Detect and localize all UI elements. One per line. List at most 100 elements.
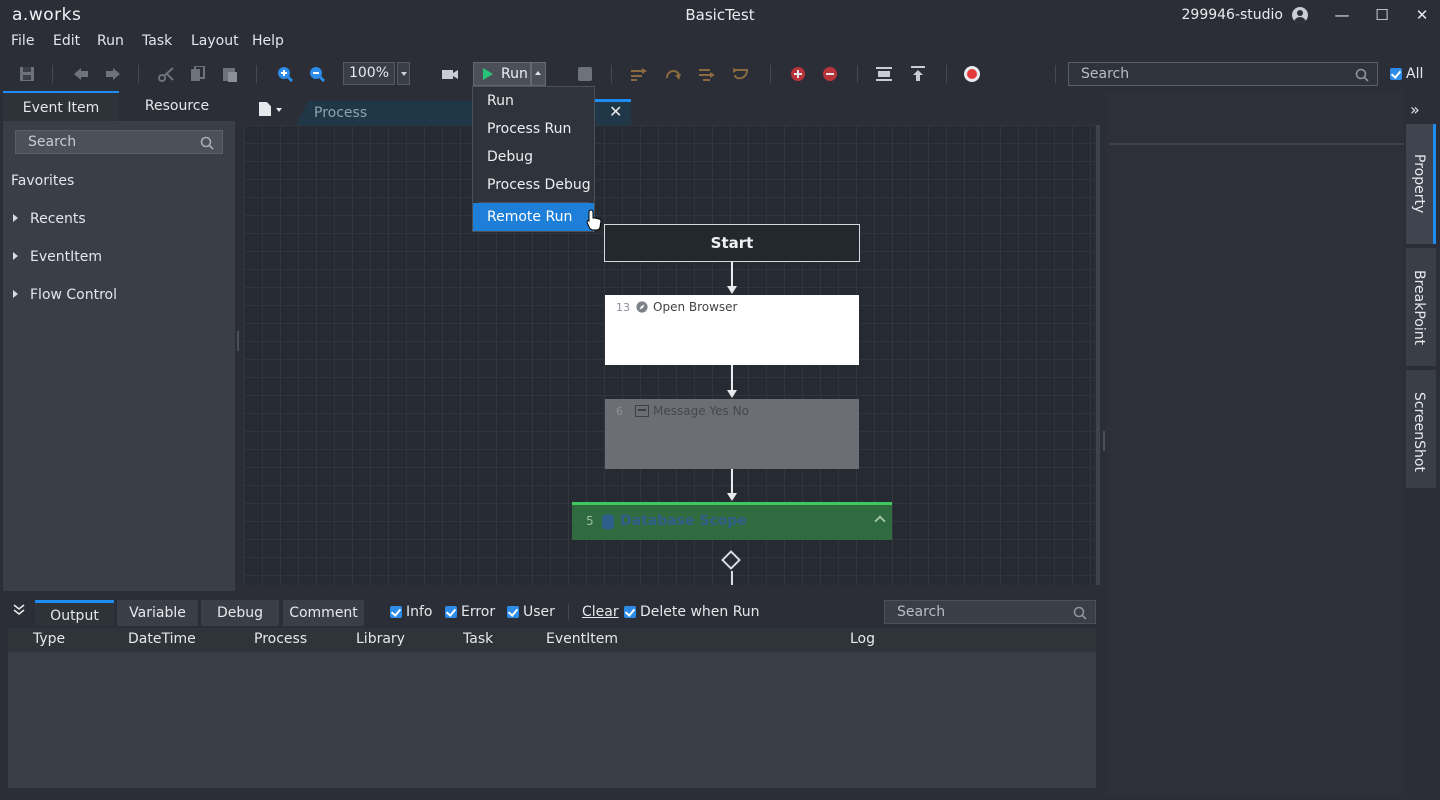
document-icon[interactable] — [259, 102, 271, 116]
cut-icon[interactable] — [158, 66, 176, 82]
menu-item-process-run[interactable]: Process Run — [473, 115, 594, 143]
database-scope-node[interactable]: 5 Database Scope — [572, 502, 892, 540]
step-into-icon[interactable] — [664, 66, 682, 82]
run-button-label: Run — [501, 66, 528, 82]
menu-task[interactable]: Task — [142, 33, 172, 49]
filter-separator — [568, 604, 569, 620]
toolbar-separator — [138, 65, 139, 83]
chevron-down-icon[interactable] — [276, 108, 282, 112]
toolbar-search-input[interactable]: Search — [1068, 62, 1378, 86]
run-dropdown-toggle[interactable] — [531, 62, 546, 86]
menu-item-remote-run[interactable]: Remote Run — [473, 203, 594, 231]
zoom-level-field[interactable]: 100% — [343, 62, 395, 85]
log-table-body[interactable] — [8, 652, 1096, 788]
tab-resource[interactable]: Resource — [119, 91, 235, 121]
zoom-in-icon[interactable] — [276, 66, 294, 82]
user-name[interactable]: 299946-studio — [1182, 7, 1284, 23]
maximize-button[interactable]: ☐ — [1362, 0, 1402, 30]
run-button[interactable]: Run — [473, 62, 531, 86]
delete-when-run-checkbox[interactable]: Delete when Run — [624, 604, 760, 620]
tab-output[interactable]: Output — [35, 600, 114, 626]
column-eventitem[interactable]: EventItem — [546, 631, 618, 647]
message-yes-no-node[interactable]: 6 Message Yes No — [605, 399, 859, 469]
panel-header-divider — [1110, 143, 1404, 145]
close-window-button[interactable]: ✕ — [1402, 0, 1440, 30]
copy-icon[interactable] — [189, 66, 207, 82]
column-log[interactable]: Log — [850, 631, 875, 647]
log-horizontal-scrollbar[interactable] — [8, 788, 1096, 794]
tree-item-eventitem[interactable]: EventItem — [13, 249, 102, 265]
column-process[interactable]: Process — [254, 631, 307, 647]
filter-error-checkbox[interactable]: Error — [445, 604, 495, 620]
paste-icon[interactable] — [221, 66, 239, 82]
rail-tab-screenshot[interactable]: ScreenShot — [1406, 370, 1436, 488]
zoom-dropdown-button[interactable] — [397, 62, 410, 85]
step-over-icon[interactable] — [630, 66, 648, 82]
tree-item-flow-control[interactable]: Flow Control — [13, 287, 117, 303]
menu-help[interactable]: Help — [252, 33, 284, 49]
flow-canvas[interactable]: Start 13 Open Browser 6 Message Yes No 5… — [244, 125, 1094, 585]
menu-item-process-debug[interactable]: Process Debug — [473, 171, 594, 199]
align-center-icon[interactable] — [875, 66, 893, 82]
close-tab-button[interactable]: ✕ — [609, 102, 622, 121]
redo-icon[interactable] — [104, 66, 122, 82]
tree-item-recents[interactable]: Recents — [13, 211, 86, 227]
open-browser-node[interactable]: 13 Open Browser — [605, 295, 859, 365]
menu-item-run[interactable]: Run — [473, 87, 594, 115]
filter-user-checkbox[interactable]: User — [507, 604, 555, 620]
zoom-out-icon[interactable] — [308, 66, 326, 82]
search-icon — [1355, 68, 1369, 82]
output-search-input[interactable]: Search — [884, 600, 1096, 624]
rail-tab-property[interactable]: Property — [1406, 124, 1436, 244]
tree-item-label: EventItem — [30, 249, 102, 265]
all-checkbox[interactable]: All — [1390, 66, 1423, 82]
camera-icon[interactable] — [441, 66, 459, 82]
tab-debug[interactable]: Debug — [201, 600, 279, 626]
record-icon[interactable] — [963, 66, 981, 82]
clear-log-link[interactable]: Clear — [582, 604, 619, 620]
start-node[interactable]: Start — [604, 224, 860, 262]
stop-icon[interactable] — [576, 66, 594, 82]
arrow-icon — [727, 390, 737, 398]
add-breakpoint-icon[interactable] — [789, 66, 807, 82]
menu-run[interactable]: Run — [97, 33, 124, 49]
log-table-header: Type DateTime Process Library Task Event… — [8, 628, 1096, 652]
column-library[interactable]: Library — [356, 631, 405, 647]
canvas-scrollbar[interactable] — [1096, 125, 1100, 585]
minimize-button[interactable]: — — [1322, 0, 1362, 30]
expand-panel-icon[interactable]: » — [1410, 100, 1420, 119]
tab-event-item[interactable]: Event Item — [3, 91, 119, 121]
column-datetime[interactable]: DateTime — [128, 631, 196, 647]
caret-right-icon — [13, 214, 18, 222]
tab-variable[interactable]: Variable — [117, 600, 198, 626]
filter-label: Error — [461, 604, 496, 620]
menu-file[interactable]: File — [11, 33, 34, 49]
output-panel: Output Variable Debug Comment Info Error… — [3, 596, 1101, 796]
column-task[interactable]: Task — [463, 631, 493, 647]
collapse-panel-icon[interactable] — [13, 604, 25, 620]
save-icon[interactable] — [18, 66, 36, 82]
undo-icon[interactable] — [72, 66, 90, 82]
user-avatar-icon[interactable] — [1292, 7, 1308, 23]
upload-icon[interactable] — [909, 66, 927, 82]
menu-layout[interactable]: Layout — [191, 33, 239, 49]
run-dropdown-menu: Run Process Run Debug Process Debug Remo… — [472, 86, 595, 232]
column-type[interactable]: Type — [33, 631, 65, 647]
toolbar-separator — [1055, 65, 1056, 83]
left-search-input[interactable]: Search — [15, 130, 223, 154]
tab-comment[interactable]: Comment — [283, 600, 364, 626]
output-search-placeholder: Search — [897, 604, 946, 620]
filter-info-checkbox[interactable]: Info — [390, 604, 433, 620]
app-window: a.works BasicTest 299946-studio — ☐ ✕ Fi… — [0, 0, 1440, 800]
connector-line — [731, 262, 733, 287]
connector-line — [731, 365, 733, 391]
search-icon — [200, 136, 214, 150]
remove-breakpoint-icon[interactable] — [821, 66, 839, 82]
step-back-icon[interactable] — [732, 66, 750, 82]
menu-edit[interactable]: Edit — [53, 33, 80, 49]
step-out-icon[interactable] — [698, 66, 716, 82]
menu-item-debug[interactable]: Debug — [473, 143, 594, 171]
collapse-chevron-icon[interactable] — [874, 515, 886, 527]
rail-tab-breakpoint[interactable]: BreakPoint — [1406, 248, 1436, 366]
checkbox-checked-icon — [390, 606, 402, 618]
